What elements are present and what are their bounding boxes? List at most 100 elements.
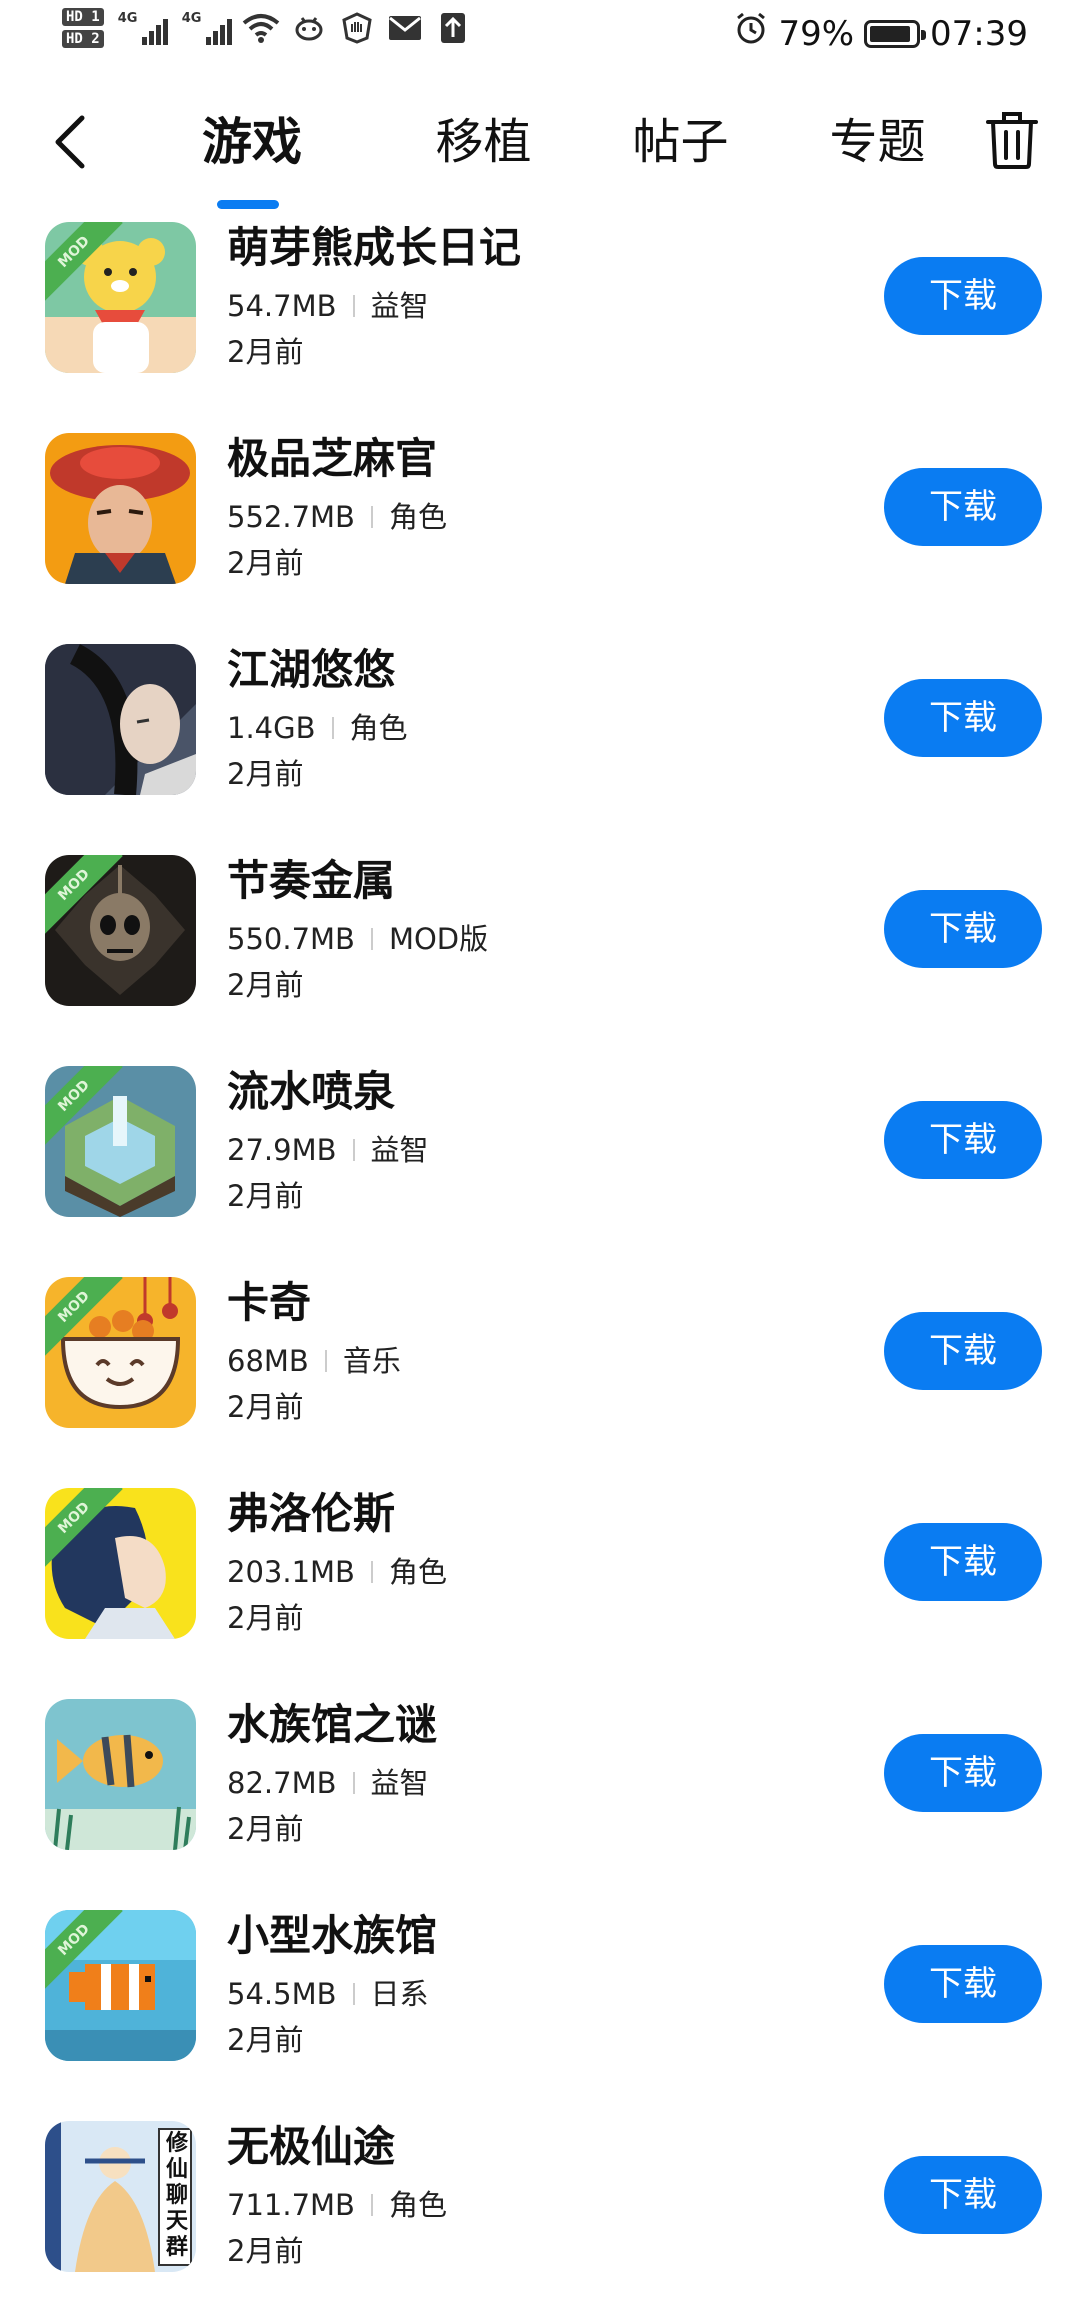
app-meta: 54.7MB 益智 xyxy=(227,286,429,326)
sim1-label: HD 1 xyxy=(62,8,104,26)
battery-percent: 79% xyxy=(778,13,855,54)
app-meta: 82.7MB 益智 xyxy=(227,1763,429,1803)
download-button[interactable]: 下载 xyxy=(884,679,1042,757)
download-button[interactable]: 下载 xyxy=(884,1101,1042,1179)
app-category: 益智 xyxy=(370,1766,429,1800)
network-type-label: 4G xyxy=(117,11,138,26)
app-time: 2月前 xyxy=(227,757,304,791)
signal-icon: 4G xyxy=(117,11,168,45)
app-category: 日系 xyxy=(370,1977,429,2011)
divider xyxy=(352,1983,355,2005)
app-time: 2月前 xyxy=(227,1601,304,1635)
tab-ports[interactable]: 移植 xyxy=(385,110,582,174)
app-size: 552.7MB xyxy=(227,500,355,534)
divider xyxy=(370,1561,373,1583)
app-name: 极品芝麻官 xyxy=(227,434,438,483)
tab-topics[interactable]: 专题 xyxy=(779,110,976,174)
app-category: 角色 xyxy=(388,2188,447,2222)
icon-vertical-text: 修仙聊天群 xyxy=(165,2131,188,2260)
app-time: 2月前 xyxy=(227,335,304,369)
download-button[interactable]: 下载 xyxy=(884,2156,1042,2234)
clownfish-icon: MOD xyxy=(45,1910,196,2061)
battery-icon xyxy=(864,19,927,48)
divider xyxy=(370,2194,373,2216)
upload-icon xyxy=(434,9,472,47)
app-meta: 68MB 音乐 xyxy=(227,1341,401,1381)
app-size: 203.1MB xyxy=(227,1555,355,1589)
list-item[interactable]: MOD 萌芽熊成长日记 54.7MB 益智 2月前 下载 xyxy=(0,210,1080,421)
app-category: MOD版 xyxy=(388,922,489,956)
tab-games[interactable]: 游戏 xyxy=(202,110,407,174)
download-button[interactable]: 下载 xyxy=(884,1945,1042,2023)
skull-icon: MOD xyxy=(45,855,196,1006)
bowl-icon: MOD xyxy=(45,1277,196,1428)
sim-indicator: HD 1 HD 2 xyxy=(62,8,104,48)
download-button[interactable]: 下载 xyxy=(884,1312,1042,1390)
list-item[interactable]: MOD 弗洛伦斯 203.1MB 角色 2月前 下载 xyxy=(0,1476,1080,1687)
app-meta: 54.5MB 日系 xyxy=(227,1974,429,2014)
divider xyxy=(352,1772,355,1794)
download-button[interactable]: 下载 xyxy=(884,890,1042,968)
app-meta: 203.1MB 角色 xyxy=(227,1552,447,1592)
app-name: 无极仙途 xyxy=(227,2122,396,2171)
divider xyxy=(331,717,334,739)
download-button[interactable]: 下载 xyxy=(884,1523,1042,1601)
app-category: 角色 xyxy=(388,1555,447,1589)
app-time: 2月前 xyxy=(227,2234,304,2268)
florence-icon: MOD xyxy=(45,1488,196,1639)
app-meta: 552.7MB 角色 xyxy=(227,497,447,537)
app-name: 萌芽熊成长日记 xyxy=(227,223,522,272)
app-size: 550.7MB xyxy=(227,922,355,956)
immortal-icon: 修仙聊天群 xyxy=(45,2121,196,2272)
app-meta: 1.4GB 角色 xyxy=(227,708,408,748)
list-item[interactable]: MOD 卡奇 68MB 音乐 2月前 下载 xyxy=(0,1265,1080,1476)
app-category: 益智 xyxy=(370,289,429,323)
bug-icon xyxy=(290,9,328,47)
app-category: 益智 xyxy=(370,1133,429,1167)
download-button[interactable]: 下载 xyxy=(884,257,1042,335)
active-tab-indicator xyxy=(217,200,279,209)
download-list: MOD 萌芽熊成长日记 54.7MB 益智 2月前 下载 极品芝麻官 552.7M… xyxy=(0,210,1080,2320)
signal-icon-2: 4G xyxy=(181,11,232,45)
official-icon xyxy=(45,433,196,584)
app-size: 27.9MB xyxy=(227,1133,337,1167)
shield-hand-icon xyxy=(338,9,376,47)
app-category: 角色 xyxy=(388,500,447,534)
trash-icon[interactable] xyxy=(984,110,1044,176)
divider xyxy=(352,295,355,317)
list-item[interactable]: 极品芝麻官 552.7MB 角色 2月前 下载 xyxy=(0,421,1080,632)
app-time: 2月前 xyxy=(227,2023,304,2057)
network-type-label-2: 4G xyxy=(181,11,202,26)
app-meta: 27.9MB 益智 xyxy=(227,1130,429,1170)
fish-icon xyxy=(45,1699,196,1850)
mail-icon xyxy=(386,9,424,47)
app-time: 2月前 xyxy=(227,1390,304,1424)
wifi-icon xyxy=(242,9,280,47)
fountain-icon: MOD xyxy=(45,1066,196,1217)
list-item[interactable]: 修仙聊天群 无极仙途 711.7MB 角色 2月前 下载 xyxy=(0,2109,1080,2320)
list-item[interactable]: 江湖悠悠 1.4GB 角色 2月前 下载 xyxy=(0,632,1080,843)
app-name: 江湖悠悠 xyxy=(227,645,396,694)
list-item[interactable]: MOD 小型水族馆 54.5MB 日系 2月前 下载 xyxy=(0,1898,1080,2109)
app-category: 角色 xyxy=(349,711,408,745)
divider xyxy=(324,1350,327,1372)
download-button[interactable]: 下载 xyxy=(884,468,1042,546)
back-arrow-icon[interactable] xyxy=(44,112,104,172)
divider xyxy=(370,928,373,950)
tab-posts[interactable]: 帖子 xyxy=(582,110,779,174)
app-size: 54.5MB xyxy=(227,1977,337,2011)
download-button[interactable]: 下载 xyxy=(884,1734,1042,1812)
app-size: 711.7MB xyxy=(227,2188,355,2222)
top-nav: 游戏 移植 帖子 专题 xyxy=(0,100,1080,210)
list-item[interactable]: MOD 流水喷泉 27.9MB 益智 2月前 下载 xyxy=(0,1054,1080,1265)
tab-bar: 游戏 移植 帖子 专题 xyxy=(180,110,976,174)
app-size: 68MB xyxy=(227,1344,309,1378)
list-item[interactable]: MOD 节奏金属 550.7MB MOD版 2月前 下载 xyxy=(0,843,1080,1054)
app-size: 82.7MB xyxy=(227,1766,337,1800)
alarm-icon xyxy=(734,12,768,55)
app-name: 流水喷泉 xyxy=(227,1067,396,1116)
app-name: 小型水族馆 xyxy=(227,1911,438,1960)
app-name: 节奏金属 xyxy=(227,856,396,905)
list-item[interactable]: 水族馆之谜 82.7MB 益智 2月前 下载 xyxy=(0,1687,1080,1898)
app-category: 音乐 xyxy=(342,1344,401,1378)
